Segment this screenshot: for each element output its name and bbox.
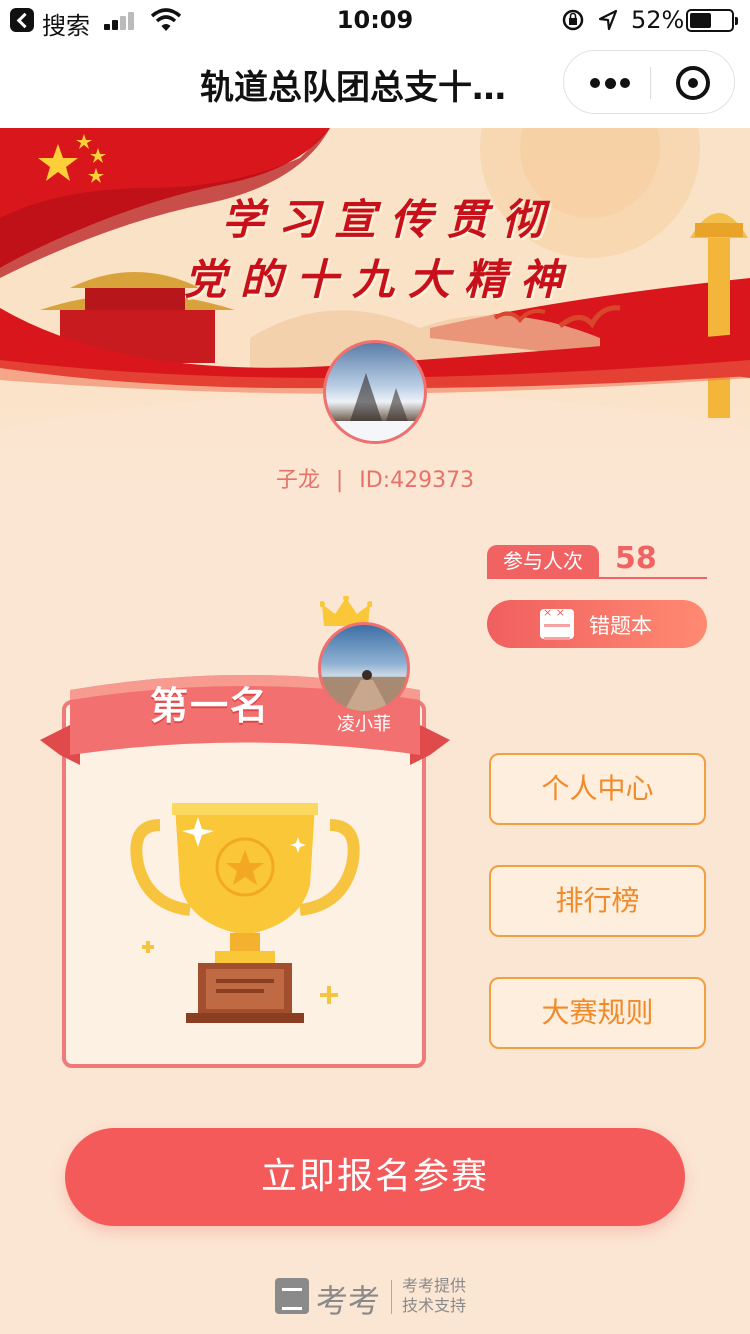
wrong-book-button[interactable]: 错题本 bbox=[487, 600, 707, 648]
battery-icon bbox=[686, 9, 738, 32]
leader-name: 凌小菲 bbox=[337, 714, 391, 735]
user-info-separator: | bbox=[335, 468, 344, 493]
capsule-divider bbox=[650, 67, 651, 99]
contest-rules-button[interactable]: 大赛规则 bbox=[489, 977, 706, 1049]
participants-value: 58 bbox=[615, 541, 657, 576]
footer-divider bbox=[391, 1280, 392, 1314]
more-dots-icon[interactable] bbox=[590, 77, 630, 89]
page-title: 轨道总队团总支十… bbox=[200, 68, 506, 108]
snow-tree-photo bbox=[326, 373, 424, 441]
nav-bar: 轨道总队团总支十… bbox=[0, 40, 750, 128]
user-id: ID:429373 bbox=[359, 468, 475, 493]
participants-stat: 参与人次 58 bbox=[487, 541, 707, 579]
status-bar: 搜索 10:09 52% bbox=[0, 0, 750, 40]
wrong-book-icon bbox=[540, 606, 574, 640]
trophy-icon bbox=[130, 803, 360, 1023]
footer-brand: 考考 bbox=[316, 1282, 381, 1320]
banner-slogan-line2: 党的十九大精神 bbox=[183, 255, 576, 304]
rotation-lock-icon bbox=[562, 9, 584, 31]
personal-center-button[interactable]: 个人中心 bbox=[489, 753, 706, 825]
ranking-button[interactable]: 排行榜 bbox=[489, 865, 706, 937]
footer-note-line2: 技术支持 bbox=[402, 1296, 467, 1315]
mini-program-capsule bbox=[563, 50, 735, 114]
user-name: 子龙 bbox=[275, 468, 320, 493]
user-info-line: 子龙 | ID:429373 bbox=[0, 462, 750, 494]
battery-percent: 52% bbox=[631, 6, 685, 34]
rank-label: 第一名 bbox=[150, 683, 271, 728]
banner-artwork bbox=[0, 128, 750, 508]
avatar[interactable] bbox=[323, 340, 427, 444]
banner-slogan-line1: 学习宣传贯彻 bbox=[221, 195, 558, 244]
wrong-book-label: 错题本 bbox=[589, 614, 652, 638]
kaokao-logo-icon bbox=[275, 1278, 309, 1314]
banner: 学习宣传贯彻 党的十九大精神 子龙 | ID:429373 bbox=[0, 128, 750, 508]
participants-label: 参与人次 bbox=[487, 545, 599, 577]
register-button[interactable]: 立即报名参赛 bbox=[65, 1128, 685, 1226]
battery-fill bbox=[690, 13, 711, 28]
footer-note: 考考提供 技术支持 bbox=[402, 1276, 466, 1316]
footer-note-line1: 考考提供 bbox=[402, 1276, 467, 1295]
location-icon bbox=[598, 9, 618, 31]
leader-avatar[interactable] bbox=[318, 622, 410, 714]
mini-program-close-icon[interactable] bbox=[676, 66, 710, 100]
